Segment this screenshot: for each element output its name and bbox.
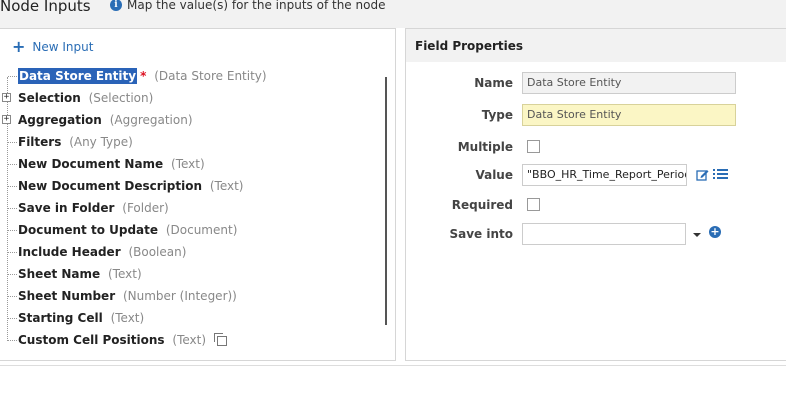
tree-node-starting-cell[interactable]: Starting Cell (Text)	[0, 307, 384, 329]
tree-node-save-in-folder[interactable]: Save in Folder (Folder)	[0, 197, 384, 219]
node-name: New Document Description	[18, 179, 203, 193]
info-message: i Map the value(s) for the inputs of the…	[110, 0, 385, 12]
node-name: Selection	[18, 91, 81, 105]
tree-node-include-header[interactable]: Include Header (Boolean)	[0, 241, 384, 263]
node-type: (Document)	[165, 223, 238, 237]
copy-icon[interactable]	[213, 333, 227, 346]
edit-icon[interactable]	[696, 168, 709, 181]
node-name: Aggregation	[18, 113, 102, 127]
add-circle-icon[interactable]: +	[709, 226, 721, 238]
save-into-select[interactable]	[522, 223, 686, 245]
node-type: (Data Store Entity)	[154, 69, 267, 83]
tree-node-sheet-name[interactable]: Sheet Name (Text)	[0, 263, 384, 285]
node-name: Data Store Entity	[18, 68, 138, 84]
node-name: Filters	[18, 135, 62, 149]
tree-node-data-store-entity[interactable]: Data Store Entity * (Data Store Entity)	[0, 65, 384, 87]
node-name: Document to Update	[18, 223, 159, 237]
new-input-label: New Input	[32, 40, 94, 54]
node-type: (Text)	[172, 333, 207, 347]
inputs-panel: + New Input Data Store Entity * (Data Sto…	[0, 28, 396, 361]
field-properties-panel: Field Properties Name Data Store Entity …	[405, 28, 786, 361]
tree-node-selection[interactable]: + Selection (Selection)	[0, 87, 384, 109]
header-bar: Node Inputs i Map the value(s) for the i…	[0, 0, 786, 28]
required-checkbox[interactable]	[527, 198, 540, 211]
node-type: (Aggregation)	[109, 113, 193, 127]
new-input-button[interactable]: + New Input	[12, 37, 94, 56]
tree-node-new-document-name[interactable]: New Document Name (Text)	[0, 153, 384, 175]
node-type: (Boolean)	[128, 245, 187, 259]
name-field[interactable]: Data Store Entity	[522, 72, 736, 94]
info-text: Map the value(s) for the inputs of the n…	[127, 0, 386, 12]
tree-node-custom-cell-positions[interactable]: Custom Cell Positions (Text)	[0, 329, 384, 351]
tree-node-filters[interactable]: Filters (Any Type)	[0, 131, 384, 153]
expand-icon[interactable]: +	[2, 115, 11, 124]
node-name: Sheet Number	[18, 289, 116, 303]
tree-node-document-to-update[interactable]: Document to Update (Document)	[0, 219, 384, 241]
required-label: Required	[451, 198, 513, 212]
value-label: Value	[475, 168, 513, 182]
node-type: (Any Type)	[69, 135, 133, 149]
tree-node-new-document-description[interactable]: New Document Description (Text)	[0, 175, 384, 197]
name-row: Name Data Store Entity	[406, 72, 786, 96]
node-name: Sheet Name	[18, 267, 101, 281]
node-type: (Text)	[110, 311, 145, 325]
multiple-label: Multiple	[457, 140, 513, 154]
node-type: (Text)	[209, 179, 244, 193]
value-field[interactable]: "BBO_HR_Time_Report_Period"	[522, 164, 687, 186]
save-into-row: Save into +	[406, 223, 786, 247]
chevron-down-icon[interactable]	[693, 233, 701, 237]
plus-icon: +	[12, 37, 26, 56]
tree-node-aggregation[interactable]: + Aggregation (Aggregation)	[0, 109, 384, 131]
node-name: Include Header	[18, 245, 121, 259]
required-row: Required	[406, 194, 786, 218]
save-into-label: Save into	[449, 227, 513, 241]
node-name: New Document Name	[18, 157, 164, 171]
node-name: Save in Folder	[18, 201, 115, 215]
node-name: Starting Cell	[18, 311, 103, 325]
expand-icon[interactable]: +	[2, 93, 11, 102]
node-type: (Text)	[171, 157, 205, 171]
multiple-row: Multiple	[406, 136, 786, 160]
inputs-tree: Data Store Entity * (Data Store Entity) +…	[0, 65, 384, 351]
divider	[0, 365, 786, 366]
node-type: (Folder)	[122, 201, 169, 215]
page-title: Node Inputs	[0, 0, 91, 15]
node-type: (Text)	[108, 267, 142, 281]
tree-scrollbar[interactable]	[385, 77, 387, 325]
node-name: Custom Cell Positions	[18, 333, 165, 347]
tree-node-sheet-number[interactable]: Sheet Number (Number (Integer))	[0, 285, 384, 307]
type-field[interactable]: Data Store Entity	[522, 104, 736, 126]
panel-title: Field Properties	[406, 29, 786, 62]
node-type: (Number (Integer))	[122, 289, 237, 303]
info-icon: i	[110, 0, 122, 11]
type-row: Type Data Store Entity	[406, 104, 786, 128]
node-type: (Selection)	[88, 91, 154, 105]
required-marker: *	[140, 69, 147, 83]
multiple-checkbox[interactable]	[527, 140, 540, 153]
list-icon[interactable]	[713, 168, 729, 181]
value-row: Value "BBO_HR_Time_Report_Period"	[406, 164, 786, 188]
name-label: Name	[474, 76, 513, 90]
type-label: Type	[481, 108, 513, 122]
